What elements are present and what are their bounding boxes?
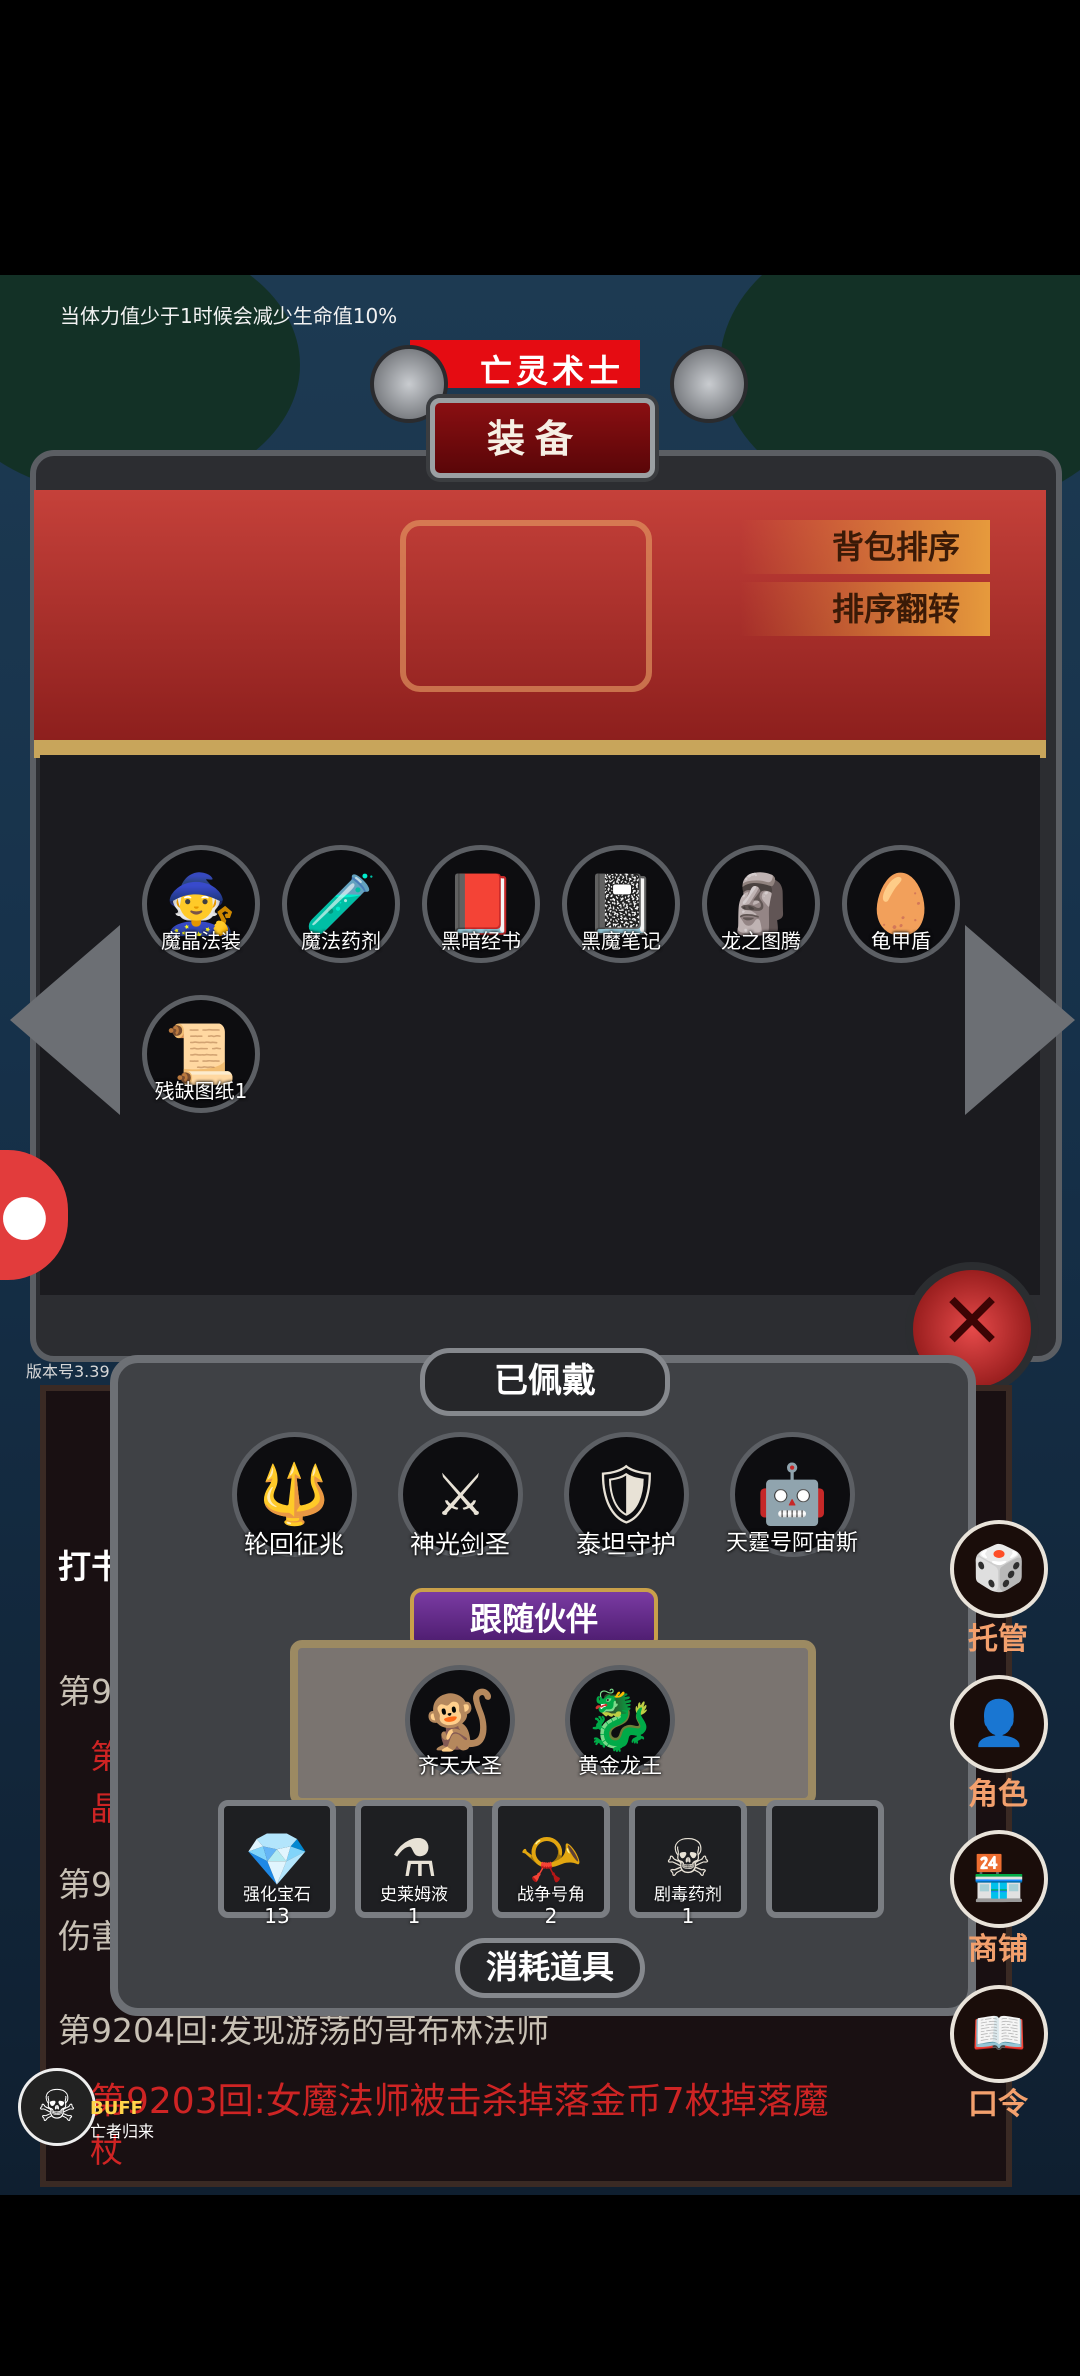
equipped-label: 神光剑圣 (409, 1530, 510, 1559)
side-menu-label: 托管 (968, 1622, 1028, 1657)
side-menu-auto[interactable]: 🎲 托管 (950, 1520, 1048, 1658)
side-menu-label: 口令 (968, 2087, 1028, 2122)
consumables-title: 消耗道具 (455, 1938, 645, 1998)
version-label: 版本号3.39 (26, 1362, 110, 1381)
buff-name: 亡者归来 (90, 2122, 155, 2141)
buff-label: BUFF (90, 2098, 143, 2119)
scroll-book-icon: 📖 (950, 1985, 1048, 2083)
stamina-hint: 当体力值少于1时候会减少生命值10% (60, 304, 398, 328)
consumable-count: 1 (407, 1904, 421, 1928)
crossed-swords-emblem (400, 520, 652, 692)
skull-buff-icon[interactable]: ☠ (18, 2068, 96, 2146)
bag-item-label: 黑魔笔记 (581, 929, 661, 953)
consumable-count: 13 (264, 1904, 290, 1928)
equipped-label: 泰坦守护 (575, 1530, 676, 1559)
user-icon: ● (0, 1182, 49, 1247)
bag-item-label: 黑暗经书 (441, 929, 521, 953)
bag-item-label: 残缺图纸1 (154, 1079, 248, 1103)
companion-label: 齐天大圣 (418, 1754, 502, 1778)
bag-item-label: 魔法药剂 (301, 929, 381, 953)
companion-box (290, 1640, 816, 1806)
consumable-label: 强化宝石 (243, 1885, 311, 1905)
side-menu-label: 角色 (968, 1777, 1028, 1812)
dice-icon: 🎲 (950, 1520, 1048, 1618)
consumable-label: 剧毒药剂 (654, 1885, 722, 1905)
bag-sort-button[interactable]: 背包排序 (740, 520, 990, 574)
next-page-arrow[interactable] (965, 925, 1075, 1115)
companion-label: 黄金龙王 (578, 1754, 662, 1778)
role-name: 亡灵术士 (480, 352, 625, 390)
bag-item-label: 龟甲盾 (871, 929, 931, 953)
bag-item-label: 魔晶法装 (161, 929, 241, 953)
side-menu-label: 商铺 (968, 1932, 1028, 1967)
hood-icon: 👤 (950, 1675, 1048, 1773)
sort-reverse-button[interactable]: 排序翻转 (740, 582, 990, 636)
side-menu-role[interactable]: 👤 角色 (950, 1675, 1048, 1813)
panel-title: 装备 (487, 417, 584, 461)
consumable-label: 战争号角 (517, 1885, 585, 1905)
shop-icon: 🏪 (950, 1830, 1048, 1928)
consumable-count: 1 (681, 1904, 695, 1928)
prev-page-arrow[interactable] (10, 925, 120, 1115)
skull-ornament-right (670, 345, 748, 423)
consumable-empty-slot[interactable] (766, 1800, 884, 1918)
equipped-label: 天霆号阿宙斯 (725, 1531, 858, 1556)
side-menu-shop[interactable]: 🏪 商铺 (950, 1830, 1048, 1968)
consumable-label: 史莱姆液 (380, 1885, 448, 1905)
side-menu-code[interactable]: 📖 口令 (950, 1985, 1048, 2123)
consumable-count: 2 (544, 1904, 558, 1928)
close-icon: ✕ (939, 1277, 1005, 1367)
equipped-title: 已佩戴 (420, 1348, 670, 1416)
equipped-label: 轮回征兆 (243, 1530, 344, 1559)
log-line: 第9203回:女魔法师被击杀掉落金币7枚掉落魔 (90, 2081, 829, 2122)
bag-item-label: 龙之图腾 (721, 929, 801, 953)
